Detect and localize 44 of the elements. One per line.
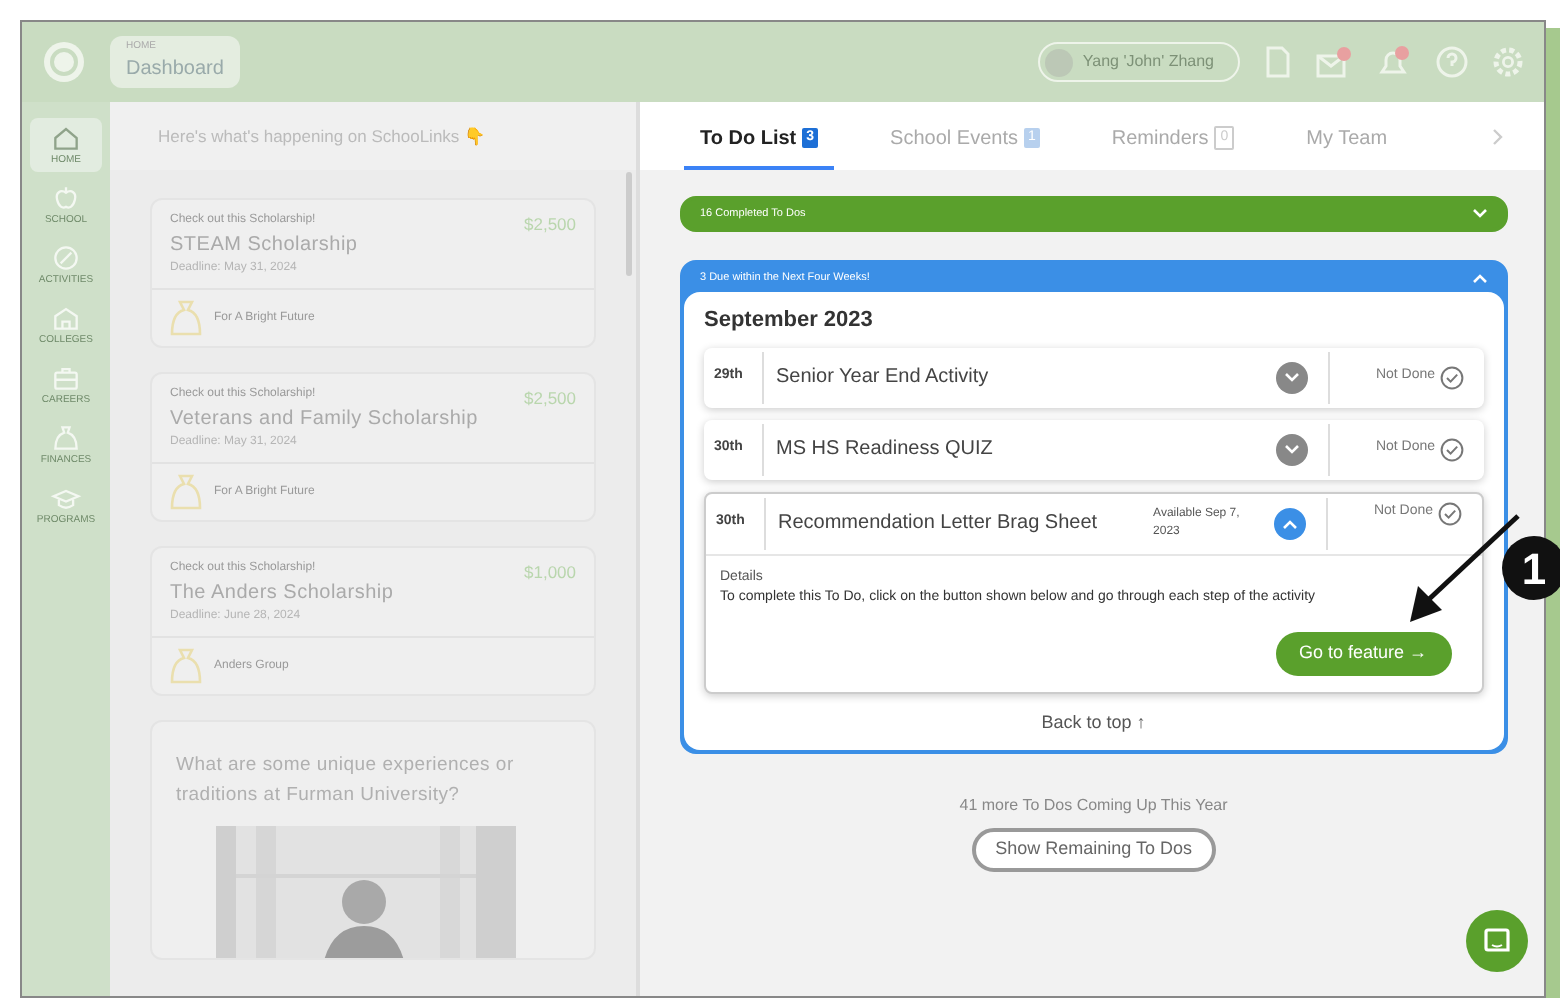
chevron-down-icon [1283,443,1300,455]
check-circle-icon[interactable] [1439,437,1464,461]
expand-toggle[interactable] [1275,433,1308,465]
user-menu[interactable]: Yang 'John' Zhang [1038,42,1240,82]
apple-icon [50,182,82,214]
chevron-up-icon[interactable] [1471,272,1488,284]
scholarship-title: STEAM Scholarship [170,232,360,260]
bag-icon [50,422,82,454]
chevron-down-icon [1283,371,1300,383]
expand-toggle[interactable] [1275,361,1308,393]
scrollbar[interactable] [626,172,632,276]
question-text: What are some unique experiences or traditions at Furman University? [176,752,516,810]
page-title: Dashboard [126,56,224,85]
tab[interactable]: My Team [1290,110,1404,170]
money-bag-icon [170,474,202,510]
amount-text: $1,000 [524,560,576,586]
scholarship-title: The Anders Scholarship [170,580,396,608]
check-circle-icon[interactable] [1439,365,1464,389]
todo-title: MS HS Readiness QUIZ [774,436,995,464]
back-to-top-link[interactable]: Back to top ↑ [1041,710,1146,737]
go-to-feature-button[interactable]: Go to feature → [1275,632,1452,676]
mail-icon[interactable] [1316,46,1352,78]
chat-icon [1483,928,1510,954]
more-todos-text: 41 more To Dos Coming Up This Year [957,793,1230,817]
month-heading: September 2023 [704,306,875,336]
home-icon [50,122,82,154]
bell-icon[interactable] [1376,46,1412,78]
show-remaining-button[interactable]: Show Remaining To Dos [971,827,1216,871]
amount-text: $2,500 [524,386,576,412]
avatar-icon [1044,47,1075,77]
chevron-down-icon[interactable] [1471,208,1488,220]
todo-title: Senior Year End Activity [774,364,991,392]
scholarship-title: Veterans and Family Scholarship [170,406,480,434]
question-card[interactable]: What are some unique experiences or traditions at Furman University? [150,720,596,960]
building-icon [50,302,82,334]
chevron-up-icon [1281,517,1298,529]
money-bag-icon [170,300,202,336]
chat-button[interactable] [1465,910,1528,972]
check-circle-icon[interactable] [1437,501,1462,525]
expand-toggle[interactable] [1273,507,1306,539]
amount-text: $2,500 [524,212,576,238]
todo-title: Recommendation Letter Brag Sheet [776,509,1100,537]
money-bag-icon [170,648,202,684]
briefcase-icon [50,362,82,394]
